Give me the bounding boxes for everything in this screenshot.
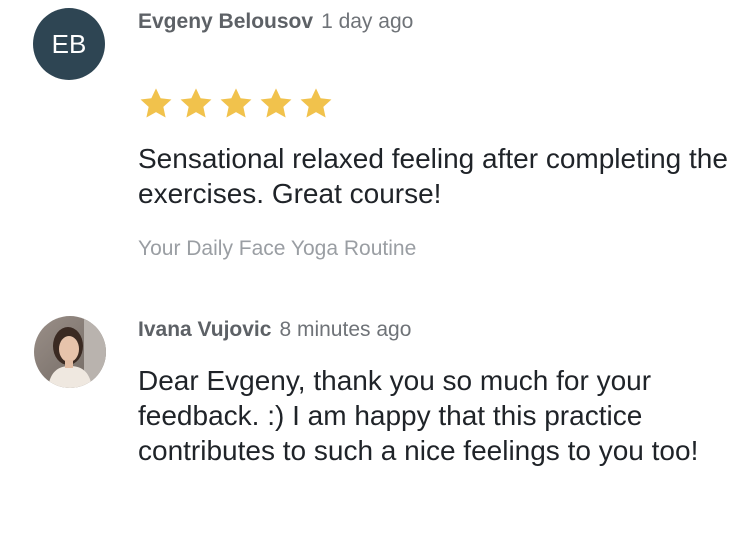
author-name[interactable]: Ivana Vujovic xyxy=(138,318,271,341)
reply-time: 8 minutes ago xyxy=(279,318,412,341)
review-text: Sensational relaxed feeling after comple… xyxy=(138,143,728,209)
star-icon xyxy=(260,88,292,118)
star-icon xyxy=(140,88,172,118)
avatar[interactable]: EB xyxy=(33,8,105,80)
star-rating xyxy=(138,86,334,122)
avatar-initials: EB xyxy=(51,28,87,59)
reply-meta: Ivana Vujovic 8 minutes ago xyxy=(138,318,411,342)
course-link[interactable]: Your Daily Face Yoga Routine xyxy=(138,237,416,261)
star-icon xyxy=(220,88,252,118)
review-thread: EB Evgeny Belousov 1 day ago Sensational … xyxy=(0,0,750,539)
author-name[interactable]: Evgeny Belousov xyxy=(138,10,313,33)
star-icon xyxy=(180,88,212,118)
reply-text: Dear Evgeny, thank you so much for your … xyxy=(138,365,699,466)
avatar[interactable] xyxy=(34,316,106,388)
review-meta: Evgeny Belousov 1 day ago xyxy=(138,10,413,34)
profile-photo xyxy=(34,316,106,388)
star-icon xyxy=(300,88,332,118)
review-time: 1 day ago xyxy=(321,10,414,33)
